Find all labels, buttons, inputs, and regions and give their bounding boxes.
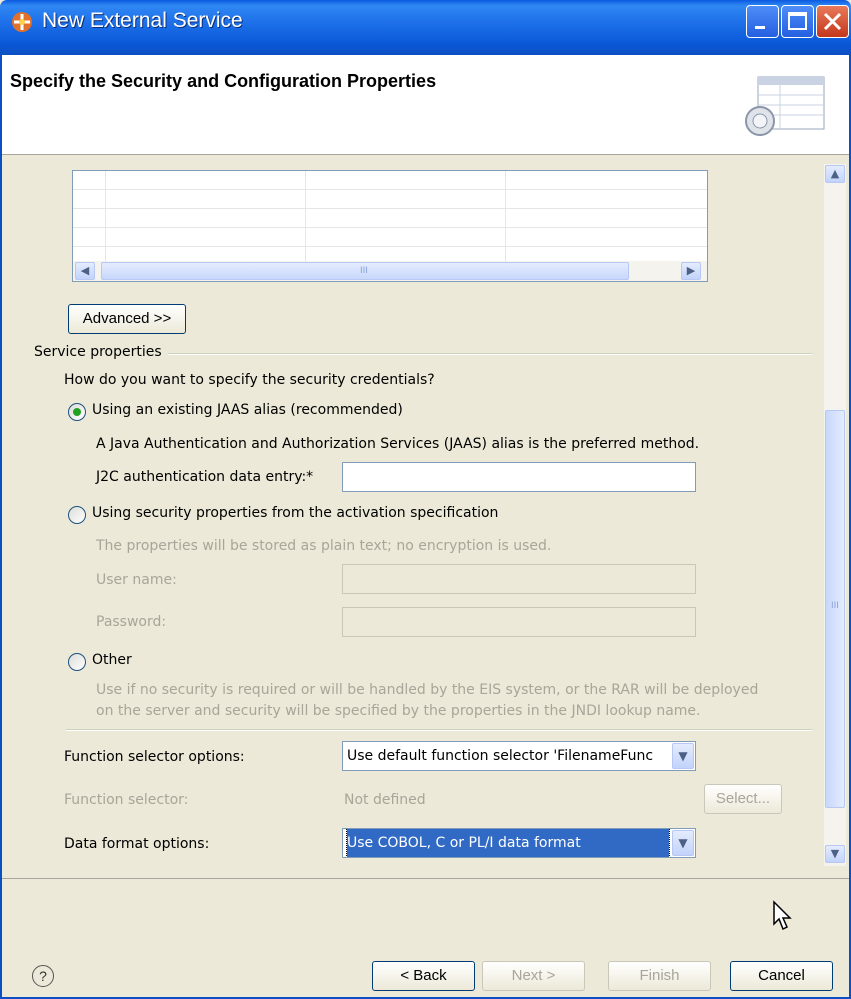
select-button[interactable]: Select... [704, 784, 782, 814]
table-column-divider [505, 171, 506, 263]
wizard-banner-icon [745, 76, 825, 136]
scroll-thumb-grip: III [831, 601, 839, 611]
user-name-label: User name: [96, 572, 177, 588]
next-button[interactable]: Next > [482, 961, 585, 991]
function-selector-value: Not defined [344, 792, 426, 808]
function-selector-label: Function selector: [64, 792, 189, 808]
password-label: Password: [96, 614, 167, 630]
finish-button[interactable]: Finish [608, 961, 711, 991]
activation-description: The properties will be stored as plain t… [96, 538, 552, 554]
user-name-input[interactable] [342, 564, 696, 594]
function-selector-options-value: Use default function selector 'FilenameF… [347, 748, 654, 764]
chevron-down-icon[interactable]: ▼ [672, 830, 694, 856]
other-description-line1: Use if no security is required or will b… [96, 682, 759, 698]
table-horizontal-scrollbar[interactable]: ◀ III ▶ [73, 261, 707, 281]
minimize-button[interactable] [746, 5, 779, 38]
table-column-divider [305, 171, 306, 263]
j2c-auth-data-entry-input[interactable] [342, 462, 696, 492]
password-input[interactable] [342, 607, 696, 637]
mouse-cursor-icon [773, 900, 792, 931]
other-description-line2: on the server and security will be speci… [96, 703, 701, 719]
content-vertical-scrollbar[interactable]: ▲ III ▼ [824, 164, 846, 866]
j2c-auth-label: J2C authentication data entry:* [96, 469, 314, 485]
scroll-down-arrow-icon[interactable]: ▼ [825, 845, 845, 863]
title-bar[interactable]: New External Service [0, 0, 851, 55]
function-selector-options-dropdown[interactable]: Use default function selector 'FilenameF… [342, 741, 696, 771]
cancel-button[interactable]: Cancel [730, 961, 833, 991]
jaas-description: A Java Authentication and Authorization … [96, 436, 700, 452]
table-column-divider [105, 171, 106, 263]
close-button[interactable] [816, 5, 849, 38]
table-row [73, 189, 707, 190]
scroll-thumb-grip: III [360, 266, 368, 276]
maximize-button[interactable] [781, 5, 814, 38]
window-title: New External Service [42, 9, 243, 32]
data-format-options-value: Use COBOL, C or PL/I data format [346, 829, 670, 857]
close-icon [823, 12, 842, 31]
help-icon[interactable]: ? [32, 965, 54, 987]
page-title: Specify the Security and Configuration P… [10, 71, 437, 91]
table-row [73, 227, 707, 228]
dialog-window: New External Service Specify the Securit… [0, 0, 851, 999]
radio-activation-spec-label[interactable]: Using security properties from the activ… [92, 505, 498, 521]
table-row [73, 246, 707, 247]
credentials-question: How do you want to specify the security … [64, 372, 435, 388]
back-button[interactable]: < Back [372, 961, 475, 991]
wizard-header: Specify the Security and Configuration P… [2, 55, 849, 155]
chevron-down-icon[interactable]: ▼ [672, 743, 694, 769]
radio-jaas-alias[interactable] [68, 403, 86, 421]
scroll-up-arrow-icon[interactable]: ▲ [825, 165, 845, 183]
section-separator-highlight [66, 730, 812, 731]
app-icon [12, 12, 32, 32]
wizard-content: ◀ III ▶ Advanced >> Service properties H… [2, 156, 849, 878]
service-properties-group-label: Service properties [34, 344, 168, 360]
wizard-footer: ? < Back Next > Finish Cancel [2, 878, 849, 997]
properties-table[interactable]: ◀ III ▶ [72, 170, 708, 282]
table-row [73, 208, 707, 209]
minimize-icon [755, 26, 765, 29]
radio-other-label[interactable]: Other [92, 652, 132, 668]
scroll-left-arrow-icon[interactable]: ◀ [75, 262, 95, 280]
function-selector-options-label: Function selector options: [64, 749, 245, 765]
advanced-button[interactable]: Advanced >> [68, 304, 186, 334]
radio-jaas-alias-label[interactable]: Using an existing JAAS alias (recommende… [92, 402, 403, 418]
maximize-icon [788, 12, 807, 30]
vertical-scroll-thumb[interactable]: III [825, 410, 845, 808]
data-format-options-label: Data format options: [64, 836, 210, 852]
horizontal-scroll-thumb[interactable]: III [101, 262, 629, 280]
data-format-options-dropdown[interactable]: Use COBOL, C or PL/I data format ▼ [342, 828, 696, 858]
radio-activation-spec[interactable] [68, 506, 86, 524]
radio-other[interactable] [68, 653, 86, 671]
scroll-right-arrow-icon[interactable]: ▶ [681, 262, 701, 280]
